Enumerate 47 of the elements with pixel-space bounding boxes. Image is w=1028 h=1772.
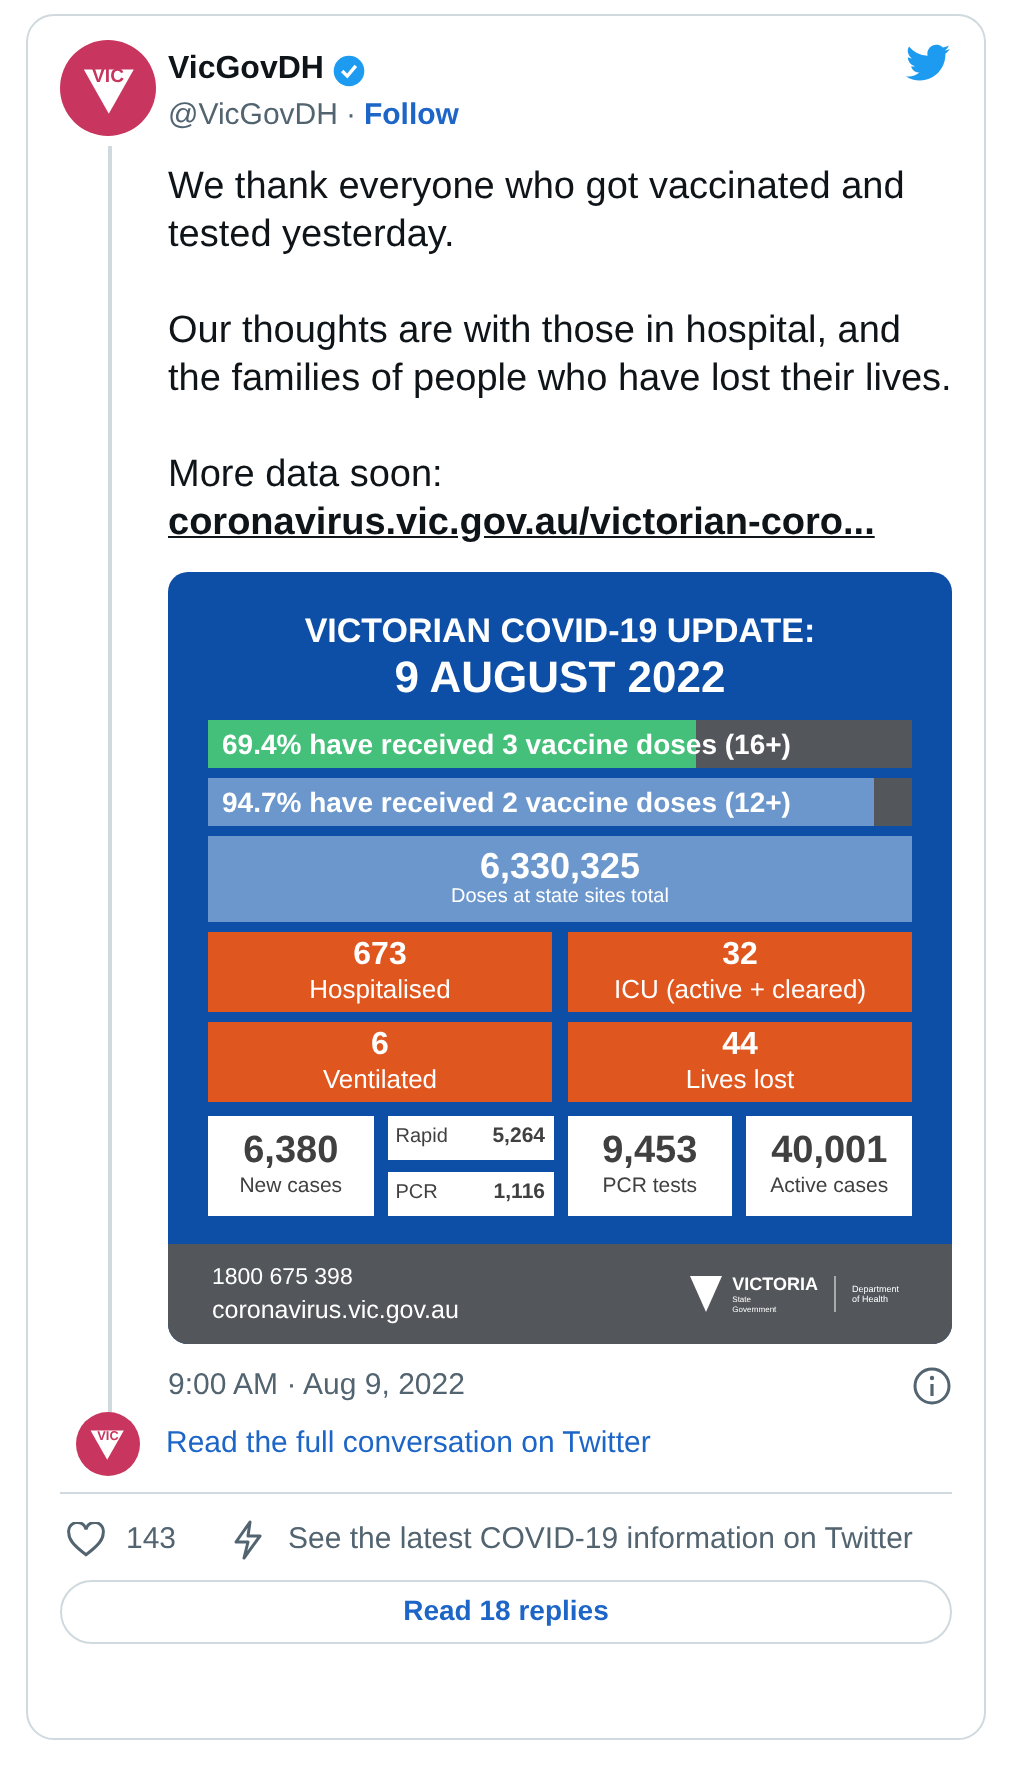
tweet-text: We thank everyone who got vaccinated and tested yesterday. <box>168 163 907 259</box>
author-handle[interactable]: @VicGovDH <box>168 94 338 139</box>
test-type: PCR <box>395 1180 438 1208</box>
heart-icon[interactable] <box>66 1522 106 1559</box>
stat-label: Active cases <box>770 1171 889 1199</box>
alert-label: Hospitalised <box>309 973 451 1005</box>
alert-value: 6 <box>371 1027 389 1063</box>
tweet-text: More data soon: <box>168 451 445 499</box>
alert-label: Lives lost <box>685 1063 795 1095</box>
alert-value: 673 <box>353 937 407 973</box>
alert-value: 44 <box>722 1027 758 1063</box>
doses-label: Doses at state sites total <box>451 886 669 910</box>
tweet-timestamp[interactable]: 9:00 AM · Aug 9, 2022 <box>168 1363 465 1408</box>
stat-value: 6,380 <box>243 1131 339 1171</box>
alert-label: ICU (active + cleared) <box>613 973 867 1005</box>
stat-label: PCR tests <box>602 1171 697 1199</box>
like-count[interactable]: 143 <box>126 1518 177 1563</box>
doses-value: 6,330,325 <box>479 846 641 886</box>
covid-info-link[interactable]: See the latest COVID-19 information on Twitter <box>288 1518 913 1563</box>
vaccine-bar-text: 94.7% have received 2 vaccine doses (12+) <box>222 783 791 819</box>
separator: · <box>345 96 356 136</box>
test-count: 5,264 <box>492 1121 545 1152</box>
footer-phone: 1800 675 398 <box>212 1263 355 1293</box>
lightning-icon[interactable] <box>232 1520 265 1561</box>
conversation-link[interactable]: Read the full conversation on Twitter <box>166 1421 651 1467</box>
triangle-logo-icon <box>690 1275 723 1311</box>
infographic-title: VICTORIAN COVID-19 UPDATE: <box>304 611 816 651</box>
bird-icon[interactable] <box>904 44 952 84</box>
follow-link[interactable]: Follow <box>363 94 459 139</box>
stat-label: New cases <box>239 1171 343 1199</box>
triangle-icon <box>88 1424 128 1464</box>
tweet-text: Our thoughts are with those in hospital, and the families of people who have lost their lives. <box>168 307 952 403</box>
tweet-link[interactable]: coronavirus.vic.gov.au/victorian-coro... <box>168 499 952 547</box>
test-type: Rapid <box>395 1124 448 1152</box>
stat-value: 40,001 <box>771 1131 888 1171</box>
info-icon[interactable] <box>912 1365 952 1406</box>
alert-value: 32 <box>722 937 758 973</box>
author-name[interactable]: VicGovDH <box>168 46 324 94</box>
avatar-text: VIC <box>92 64 124 93</box>
footer-site: coronavirus.vic.gov.au <box>212 1293 459 1325</box>
logo-text: VICTORIA <box>732 1273 818 1293</box>
infographic-date: 9 AUGUST 2022 <box>394 651 726 703</box>
alert-label: Ventilated <box>322 1063 438 1095</box>
read-replies-button[interactable]: Read 18 replies <box>60 1579 952 1643</box>
avatar[interactable]: VIC <box>60 40 156 136</box>
stat-value: 9,453 <box>602 1131 698 1171</box>
test-count: 1,116 <box>493 1177 545 1208</box>
